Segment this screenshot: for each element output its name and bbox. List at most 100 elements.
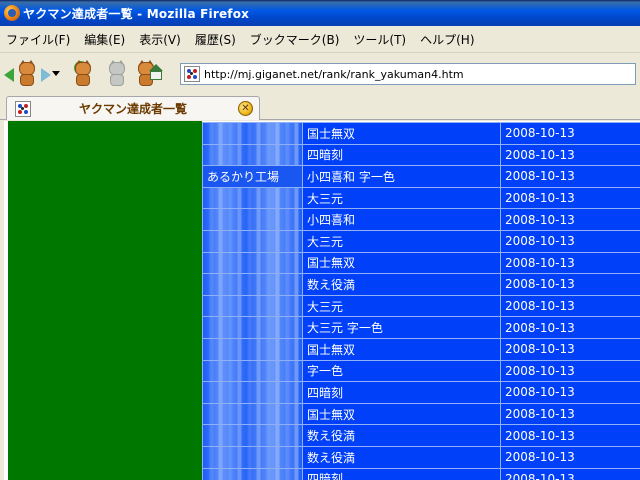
player-name-cell: あるかり工場	[202, 165, 303, 188]
date-cell: 2008-10-13	[500, 229, 640, 253]
back-forward-icon	[16, 60, 38, 86]
player-name-cell-blurred	[202, 359, 303, 383]
tab-strip: ヤクマン達成者一覧 ✕	[0, 93, 640, 120]
player-name-cell-blurred	[202, 251, 303, 275]
window-title: ヤクマン達成者一覧 - Mozilla Firefox	[23, 6, 250, 21]
date-cell: 2008-10-13	[500, 402, 640, 426]
table-row: 四暗刻 2008-10-13	[202, 143, 640, 167]
table-row: 大三元 2008-10-13	[202, 186, 640, 210]
date-cell: 2008-10-13	[500, 165, 640, 188]
player-name-cell-blurred	[202, 122, 303, 145]
table-row: あるかり工場 小四喜和 字一色 2008-10-13	[202, 165, 640, 188]
date-cell: 2008-10-13	[500, 337, 640, 361]
yakuman-cell: 数え役満	[302, 273, 501, 296]
menu-bookmarks[interactable]: ブックマーク(B)	[250, 31, 340, 48]
table-row: 数え役満 2008-10-13	[202, 424, 640, 447]
date-cell: 2008-10-13	[500, 381, 640, 404]
forward-arrow-icon[interactable]	[41, 68, 51, 82]
address-bar[interactable]: http://mj.giganet.net/rank/rank_yakuman4…	[180, 63, 636, 85]
yakuman-cell: 小四喜和	[302, 208, 501, 231]
table-row: 国士無双 2008-10-13	[202, 337, 640, 361]
date-cell: 2008-10-13	[500, 186, 640, 210]
player-name-cell-blurred	[202, 424, 303, 447]
site-favicon-icon	[184, 66, 200, 82]
menu-file[interactable]: ファイル(F)	[6, 31, 70, 48]
table-row: 国士無双 2008-10-13	[202, 402, 640, 426]
yakuman-cell: 国士無双	[302, 337, 501, 361]
yakuman-cell: 四暗刻	[302, 143, 501, 167]
yakuman-cell: 四暗刻	[302, 467, 501, 480]
player-name-cell-blurred	[202, 467, 303, 480]
tab-title: ヤクマン達成者一覧	[79, 102, 188, 116]
date-cell: 2008-10-13	[500, 359, 640, 383]
menu-tools[interactable]: ツール(T)	[353, 31, 406, 48]
yakuman-cell: 国士無双	[302, 251, 501, 275]
date-cell: 2008-10-13	[500, 316, 640, 339]
stop-icon	[106, 60, 128, 86]
table-row: 数え役満 2008-10-13	[202, 445, 640, 469]
date-cell: 2008-10-13	[500, 143, 640, 167]
date-cell: 2008-10-13	[500, 445, 640, 469]
menu-history[interactable]: 履歴(S)	[195, 31, 236, 48]
yakuman-cell: 数え役満	[302, 424, 501, 447]
date-cell: 2008-10-13	[500, 424, 640, 447]
player-name-cell-blurred	[202, 143, 303, 167]
stop-button[interactable]	[102, 58, 132, 88]
table-row: 大三元 2008-10-13	[202, 294, 640, 318]
date-cell: 2008-10-13	[500, 122, 640, 145]
date-cell: 2008-10-13	[500, 208, 640, 231]
menu-view[interactable]: 表示(V)	[139, 31, 181, 48]
reload-button[interactable]	[68, 58, 98, 88]
player-name-cell-blurred	[202, 273, 303, 296]
window-title-bar: ヤクマン達成者一覧 - Mozilla Firefox	[0, 0, 640, 26]
player-name-cell-blurred	[202, 186, 303, 210]
history-dropdown-icon[interactable]	[52, 70, 60, 76]
table-row: 字一色 2008-10-13	[202, 359, 640, 383]
url-text[interactable]: http://mj.giganet.net/rank/rank_yakuman4…	[204, 68, 464, 81]
table-row: 四暗刻 2008-10-13	[202, 381, 640, 404]
back-arrow-icon[interactable]	[4, 68, 14, 82]
yakuman-cell: 国士無双	[302, 122, 501, 145]
yakuman-cell: 小四喜和 字一色	[302, 165, 501, 188]
yakuman-cell: 大三元 字一色	[302, 316, 501, 339]
reload-icon	[72, 60, 94, 86]
tab-yakuman[interactable]: ヤクマン達成者一覧 ✕	[6, 96, 260, 120]
yakuman-cell: 四暗刻	[302, 381, 501, 404]
date-cell: 2008-10-13	[500, 467, 640, 480]
player-name-cell-blurred	[202, 337, 303, 361]
back-forward-button[interactable]	[4, 58, 51, 88]
table-row: 国士無双 2008-10-13	[202, 122, 640, 145]
yakuman-cell: 大三元	[302, 294, 501, 318]
menu-help[interactable]: ヘルプ(H)	[420, 31, 474, 48]
page-content: 国士無双 2008-10-13 四暗刻 2008-10-13 あるかり工場 小四喜和 字一…	[0, 121, 640, 480]
yakuman-cell: 字一色	[302, 359, 501, 383]
tab-favicon-icon	[15, 100, 31, 117]
yakuman-cell: 国士無双	[302, 402, 501, 426]
home-button[interactable]	[136, 58, 166, 88]
firefox-icon	[4, 5, 20, 21]
yakuman-cell: 大三元	[302, 186, 501, 210]
table-row: 小四喜和 2008-10-13	[202, 208, 640, 231]
player-name-cell-blurred	[202, 402, 303, 426]
player-name-cell-blurred	[202, 208, 303, 231]
player-name-cell-blurred	[202, 229, 303, 253]
home-icon	[135, 60, 163, 86]
date-cell: 2008-10-13	[500, 273, 640, 296]
yakuman-cell: 数え役満	[302, 445, 501, 469]
yakuman-table: 国士無双 2008-10-13 四暗刻 2008-10-13 あるかり工場 小四喜和 字一…	[202, 122, 640, 480]
player-name-cell-blurred	[202, 294, 303, 318]
table-row: 大三元 2008-10-13	[202, 229, 640, 253]
menu-bar: ファイル(F) 編集(E) 表示(V) 履歴(S) ブックマーク(B) ツール(…	[0, 26, 640, 53]
menu-edit[interactable]: 編集(E)	[84, 31, 125, 48]
table-row: 大三元 字一色 2008-10-13	[202, 316, 640, 339]
player-name-cell-blurred	[202, 381, 303, 404]
close-tab-icon[interactable]: ✕	[238, 101, 253, 116]
left-panel	[8, 121, 202, 480]
player-name-cell-blurred	[202, 445, 303, 469]
date-cell: 2008-10-13	[500, 294, 640, 318]
table-row: 数え役満 2008-10-13	[202, 273, 640, 296]
date-cell: 2008-10-13	[500, 251, 640, 275]
table-row: 四暗刻 2008-10-13	[202, 467, 640, 480]
table-row: 国士無双 2008-10-13	[202, 251, 640, 275]
yakuman-cell: 大三元	[302, 229, 501, 253]
